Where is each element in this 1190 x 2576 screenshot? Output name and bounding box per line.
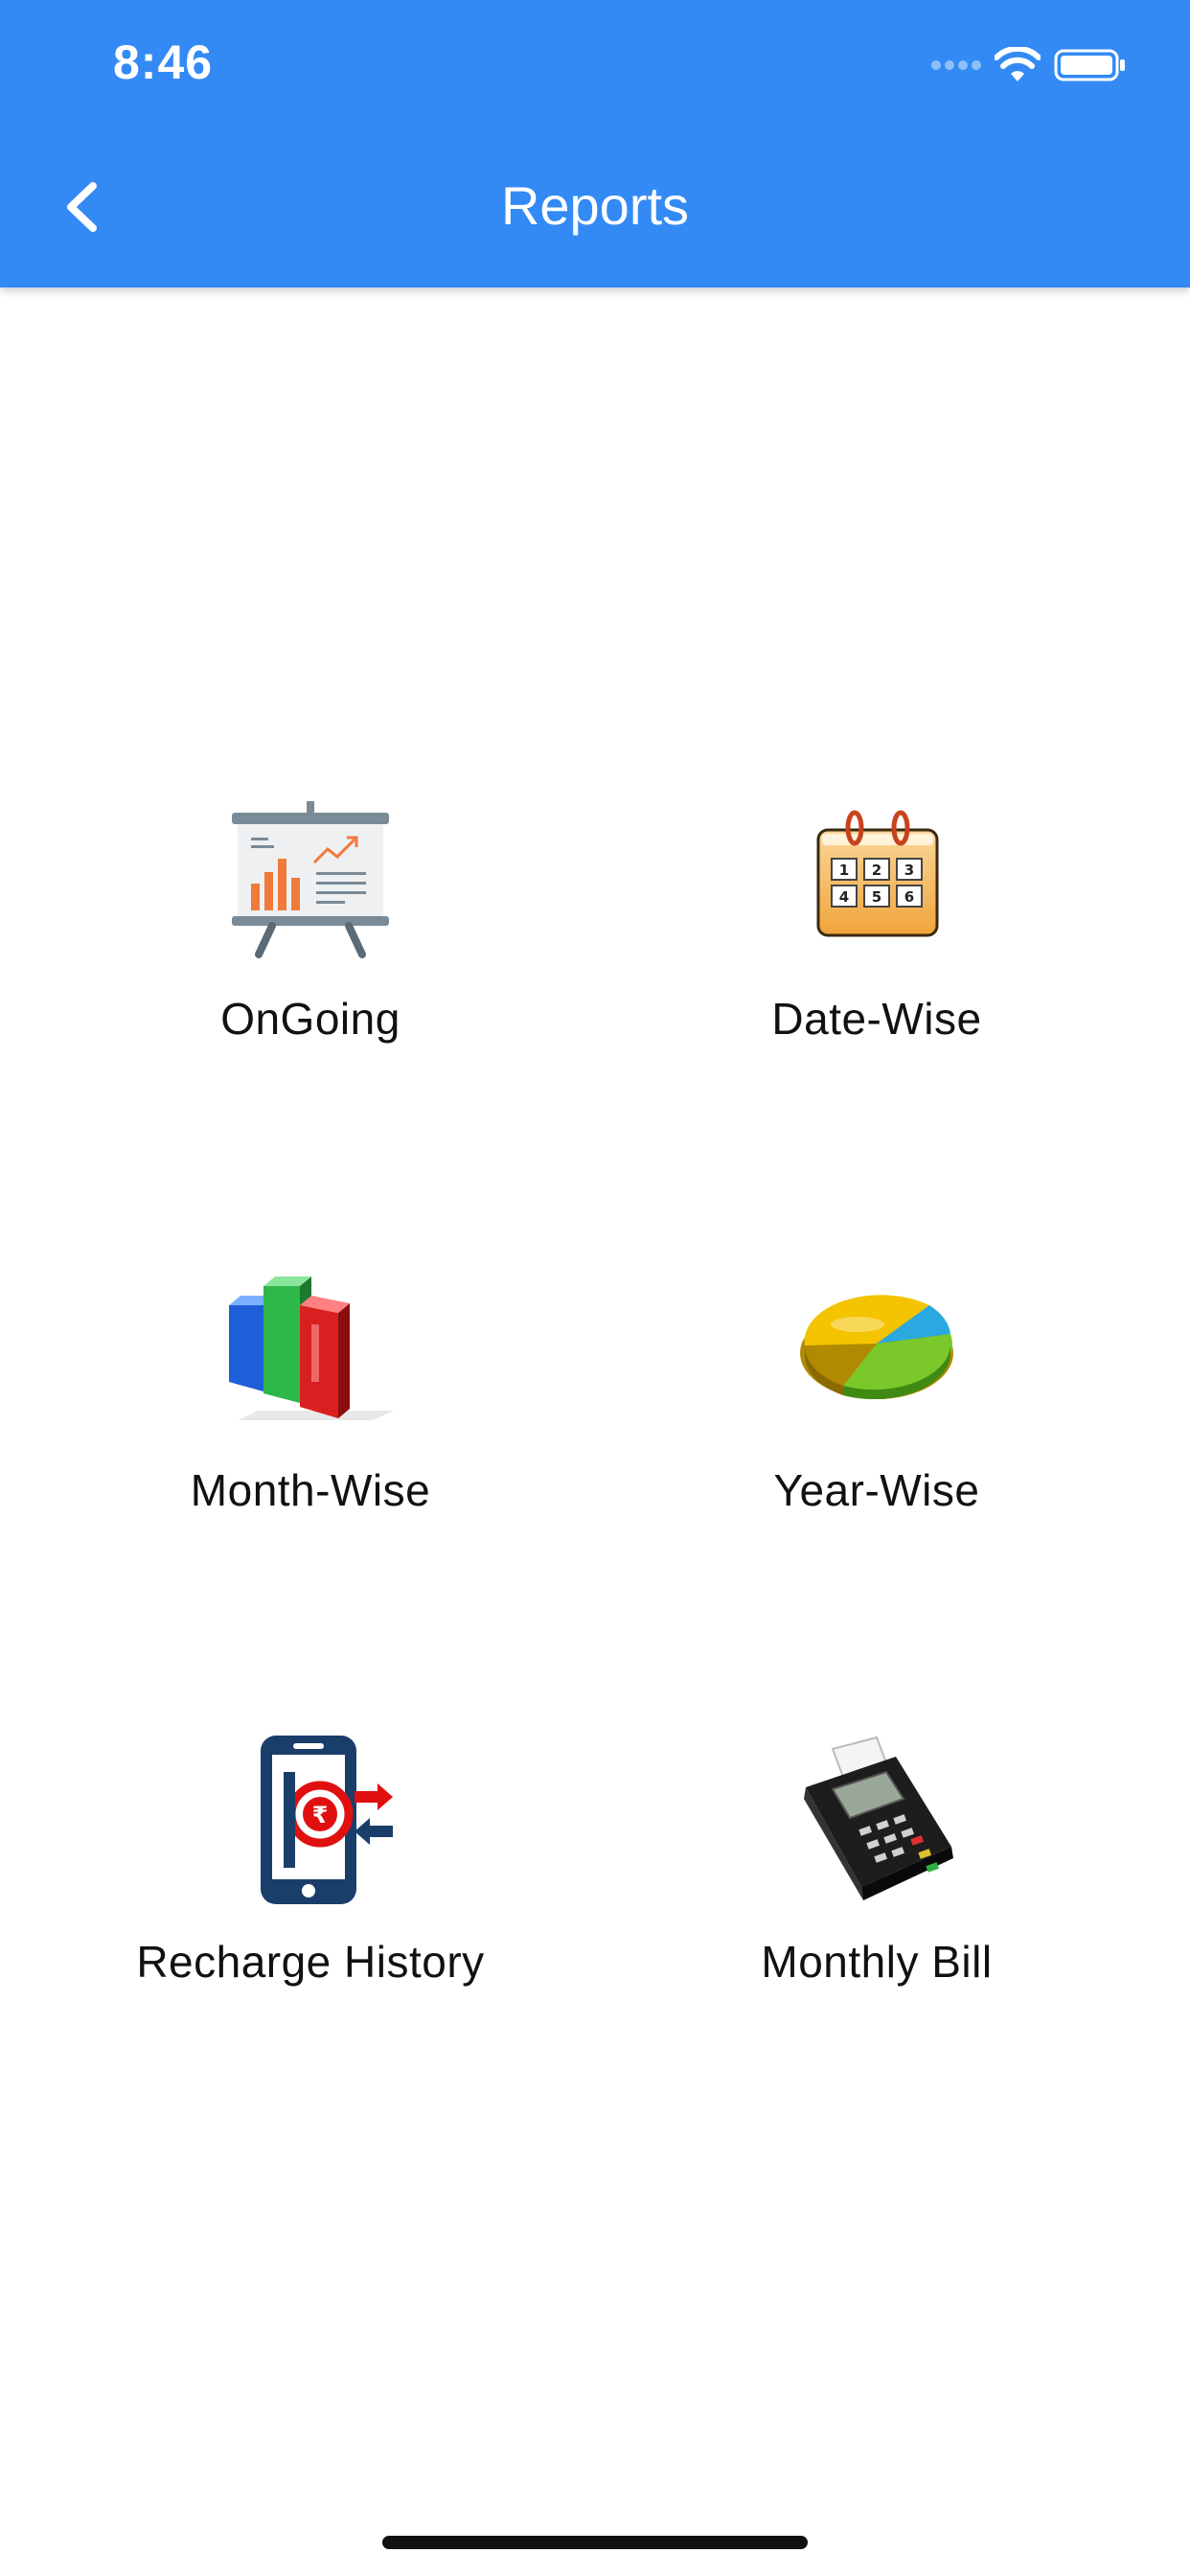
svg-text:3: 3 [904, 862, 914, 879]
monthly-bill-tile[interactable]: Monthly Bill [580, 1729, 1174, 2016]
svg-text:5: 5 [872, 888, 881, 906]
svg-text:2: 2 [872, 862, 881, 879]
page-title: Reports [500, 175, 690, 236]
mobile-rupee-icon: ₹ [215, 1729, 406, 1911]
card-machine-icon [781, 1729, 973, 1911]
tile-label: Year-Wise [773, 1465, 980, 1515]
status-icons [931, 44, 1127, 86]
signal-icon [931, 60, 981, 70]
presentation-chart-icon [215, 786, 406, 968]
year-wise-tile[interactable]: Year-Wise [580, 1257, 1174, 1545]
tile-label: Recharge History [136, 1937, 485, 1987]
calendar-icon: 1 2 3 4 5 6 [781, 786, 973, 968]
top-app-bar: 8:46 Reports [0, 0, 1190, 288]
svg-text:6: 6 [904, 888, 914, 906]
svg-text:4: 4 [839, 888, 849, 906]
wifi-icon [995, 47, 1041, 81]
bar-chart-3d-icon [215, 1257, 406, 1439]
battery-icon [1054, 49, 1125, 81]
ongoing-tile[interactable]: OnGoing [13, 786, 607, 1073]
tile-label: Date-Wise [771, 994, 982, 1044]
tile-label: OnGoing [220, 994, 400, 1044]
date-wise-tile[interactable]: 1 2 3 4 5 6 Date-Wise [580, 786, 1174, 1073]
tile-label: Month-Wise [190, 1465, 431, 1515]
recharge-history-tile[interactable]: ₹ Recharge History [13, 1729, 607, 2016]
month-wise-tile[interactable]: Month-Wise [13, 1257, 607, 1545]
svg-text:₹: ₹ [312, 1802, 329, 1828]
status-time: 8:46 [113, 35, 214, 89]
tile-label: Monthly Bill [761, 1937, 993, 1987]
home-indicator[interactable] [382, 2536, 808, 2549]
pie-chart-3d-icon [781, 1257, 973, 1439]
svg-text:1: 1 [839, 862, 849, 879]
